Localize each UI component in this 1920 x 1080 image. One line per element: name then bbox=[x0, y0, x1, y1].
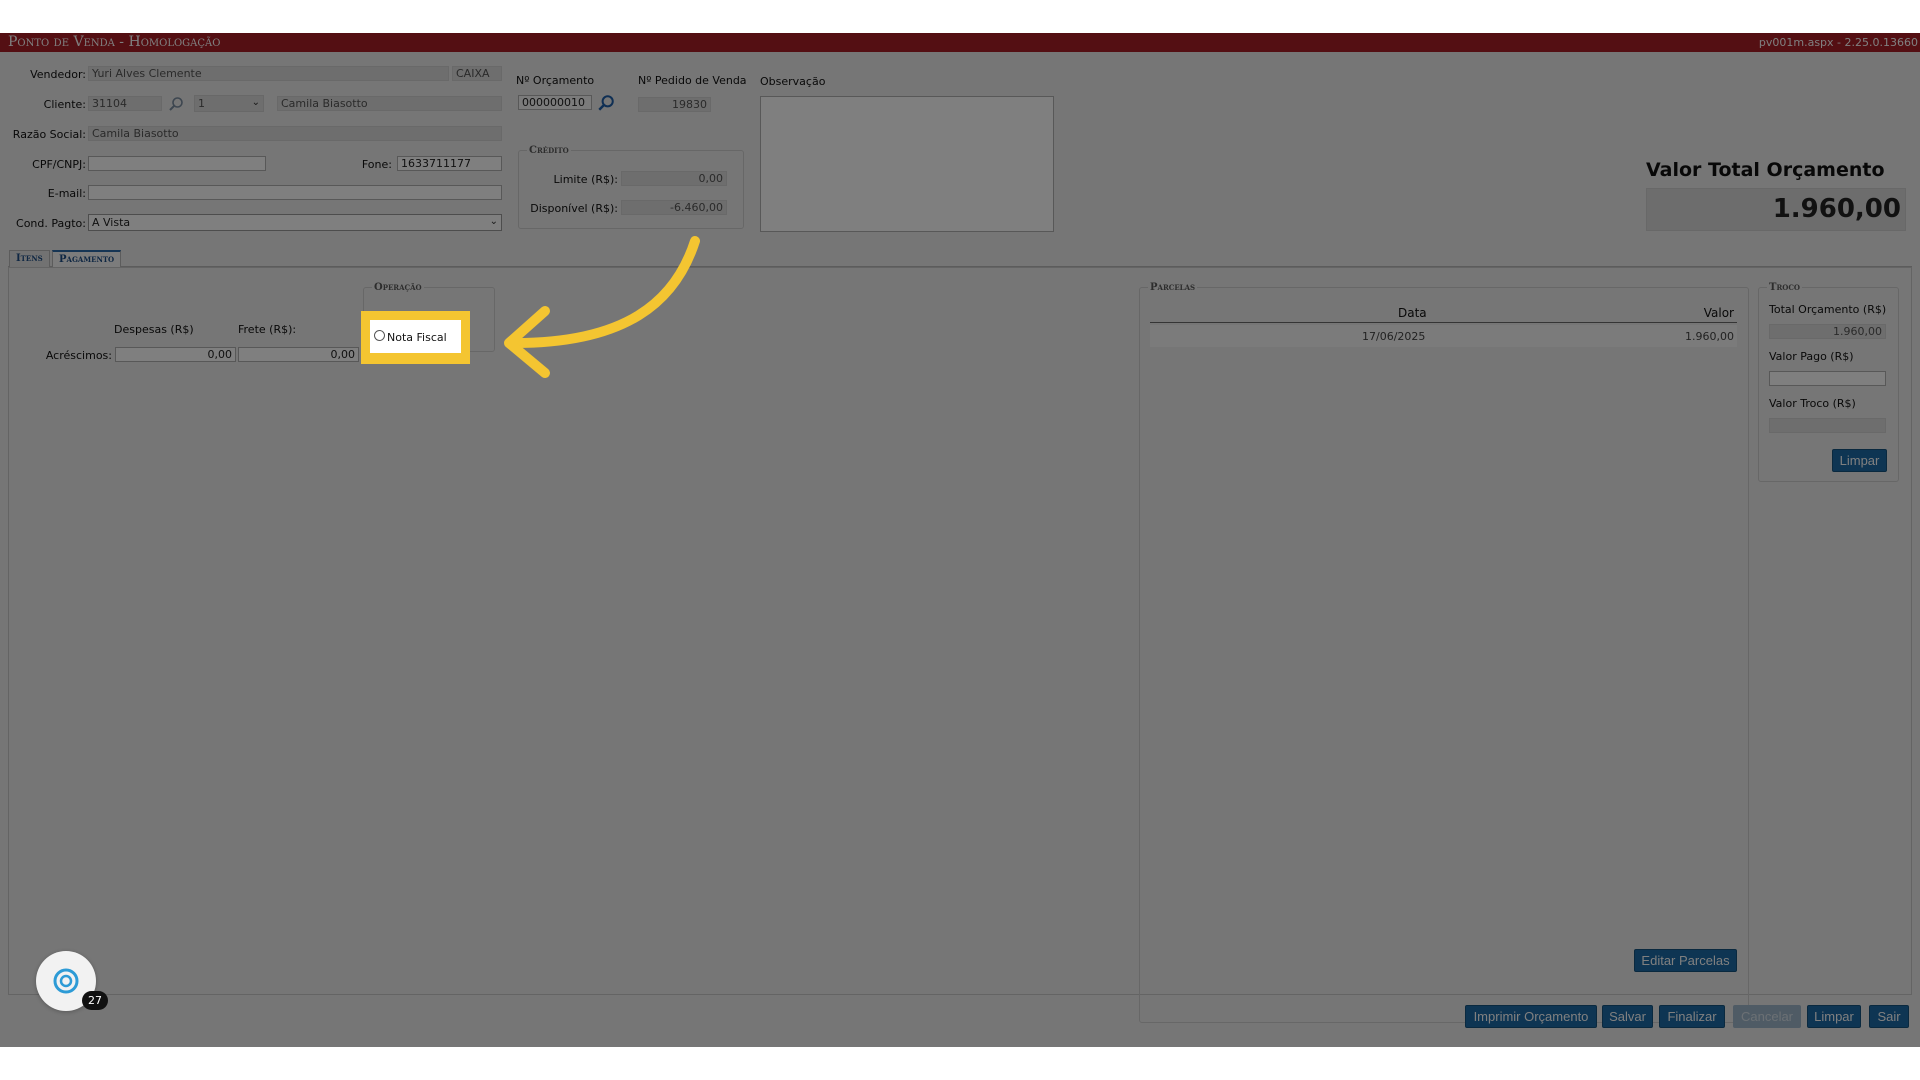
title-bar: Ponto de Venda - Homologação pv001m.aspx… bbox=[0, 33, 1920, 52]
cpf-field[interactable] bbox=[88, 156, 266, 171]
nota-fiscal-radio[interactable] bbox=[374, 330, 385, 341]
valor-pago-label: Valor Pago (R$) bbox=[1769, 350, 1854, 363]
parcelas-header: Data Valor bbox=[1150, 303, 1737, 323]
email-label: E-mail: bbox=[47, 187, 86, 200]
pedido-label: Nº Pedido de Venda bbox=[638, 74, 747, 87]
app-window: Ponto de Venda - Homologação pv001m.aspx… bbox=[0, 33, 1920, 1047]
cond-pagto-label: Cond. Pagto: bbox=[16, 217, 86, 230]
sair-button[interactable]: Sair bbox=[1869, 1005, 1909, 1028]
troco-legend: Troco bbox=[1769, 282, 1801, 293]
nota-fiscal-option[interactable]: Nota Fiscal bbox=[370, 320, 461, 353]
salvar-button[interactable]: Salvar bbox=[1602, 1005, 1653, 1028]
orcamento-field[interactable]: 000000010 bbox=[518, 95, 592, 110]
tab-pagamento[interactable]: Pagamento bbox=[52, 250, 122, 267]
orcamento-label: Nº Orçamento bbox=[516, 74, 595, 87]
chat-icon bbox=[53, 968, 79, 994]
limite-label: Limite (R$): bbox=[553, 173, 618, 186]
limite-field[interactable]: 0,00 bbox=[621, 171, 727, 186]
notification-badge: 27 bbox=[82, 991, 108, 1010]
valor-total-title: Valor Total Orçamento bbox=[1646, 159, 1885, 181]
limpar-button[interactable]: Limpar bbox=[1807, 1005, 1861, 1028]
version-label: pv001m.aspx - 2.25.0.13660 bbox=[1758, 36, 1918, 49]
razao-field[interactable]: Camila Biasotto bbox=[88, 126, 502, 141]
vendedor-label: Vendedor: bbox=[30, 68, 86, 81]
search-icon[interactable] bbox=[168, 96, 184, 112]
cancelar-button[interactable]: Cancelar bbox=[1733, 1005, 1801, 1028]
finalizar-button[interactable]: Finalizar bbox=[1659, 1005, 1725, 1028]
razao-label: Razão Social: bbox=[12, 128, 86, 141]
chevron-down-icon: ⌄ bbox=[489, 216, 498, 227]
observacao-textarea[interactable] bbox=[760, 96, 1054, 232]
email-field[interactable] bbox=[88, 185, 502, 200]
cliente-code-field[interactable]: 31104 bbox=[88, 96, 162, 111]
parcelas-legend: Parcelas bbox=[1150, 282, 1196, 293]
valor-troco-label: Valor Troco (R$) bbox=[1769, 397, 1856, 410]
nota-fiscal-label: Nota Fiscal bbox=[387, 331, 447, 344]
total-orcamento-label: Total Orçamento (R$) bbox=[1769, 303, 1887, 316]
cliente-name-field[interactable]: Camila Biasotto bbox=[277, 96, 502, 111]
editar-parcelas-button[interactable]: Editar Parcelas bbox=[1634, 949, 1737, 972]
despesas-field[interactable]: 0,00 bbox=[115, 347, 236, 362]
parcelas-fieldset: Parcelas bbox=[1139, 282, 1749, 1023]
highlight-box: Nota Fiscal bbox=[361, 311, 470, 364]
screen: Ponto de Venda - Homologação pv001m.aspx… bbox=[0, 0, 1920, 1080]
fone-label: Fone: bbox=[361, 158, 392, 171]
vendedor-field[interactable]: Yuri Alves Clemente bbox=[88, 66, 449, 81]
cpf-label: CPF/CNPJ: bbox=[32, 158, 86, 171]
despesas-label: Despesas (R$) bbox=[114, 323, 194, 336]
tab-itens[interactable]: Itens bbox=[9, 250, 50, 267]
cliente-select-value: 1 bbox=[198, 97, 205, 110]
chat-widget-button[interactable]: 27 bbox=[36, 951, 108, 1011]
frete-field[interactable]: 0,00 bbox=[238, 347, 359, 362]
chevron-down-icon: ⌄ bbox=[251, 97, 260, 108]
observacao-label: Observação bbox=[760, 75, 826, 88]
cond-pagto-value: A Vista bbox=[92, 216, 131, 229]
acrescimos-label: Acréscimos: bbox=[45, 349, 112, 362]
cliente-select[interactable]: 1 ⌄ bbox=[194, 95, 264, 112]
cond-pagto-select[interactable]: A Vista ⌄ bbox=[88, 214, 502, 231]
imprimir-orcamento-button[interactable]: Imprimir Orçamento bbox=[1465, 1005, 1597, 1028]
col-valor: Valor bbox=[1703, 306, 1734, 320]
pedido-field[interactable]: 19830 bbox=[638, 97, 711, 112]
fone-field[interactable]: 1633711177 bbox=[397, 156, 502, 171]
valor-total-value: 1.960,00 bbox=[1646, 188, 1906, 231]
troco-limpar-button[interactable]: Limpar bbox=[1832, 449, 1887, 472]
disponivel-field[interactable]: -6.460,00 bbox=[621, 200, 727, 215]
credito-legend: Crédito bbox=[529, 145, 569, 156]
parcela-valor: 1.960,00 bbox=[1685, 330, 1734, 343]
valor-pago-field[interactable] bbox=[1769, 371, 1886, 386]
disponivel-label: Disponível (R$): bbox=[530, 202, 618, 215]
tutorial-arrow-icon bbox=[504, 236, 700, 378]
page-title: Ponto de Venda - Homologação bbox=[8, 34, 221, 50]
operacao-legend: Operação bbox=[374, 282, 422, 293]
parcela-data: 17/06/2025 bbox=[1362, 330, 1426, 343]
credito-fieldset: Crédito bbox=[518, 145, 744, 229]
frete-label: Frete (R$): bbox=[238, 323, 297, 336]
caixa-field[interactable]: CAIXA bbox=[452, 66, 502, 81]
table-row[interactable]: 17/06/2025 1.960,00 bbox=[1150, 325, 1737, 347]
search-icon[interactable] bbox=[597, 94, 615, 112]
total-orcamento-field[interactable]: 1.960,00 bbox=[1769, 324, 1886, 339]
col-data: Data bbox=[1398, 306, 1427, 320]
cliente-label: Cliente: bbox=[43, 98, 86, 111]
valor-troco-field[interactable] bbox=[1769, 418, 1886, 433]
